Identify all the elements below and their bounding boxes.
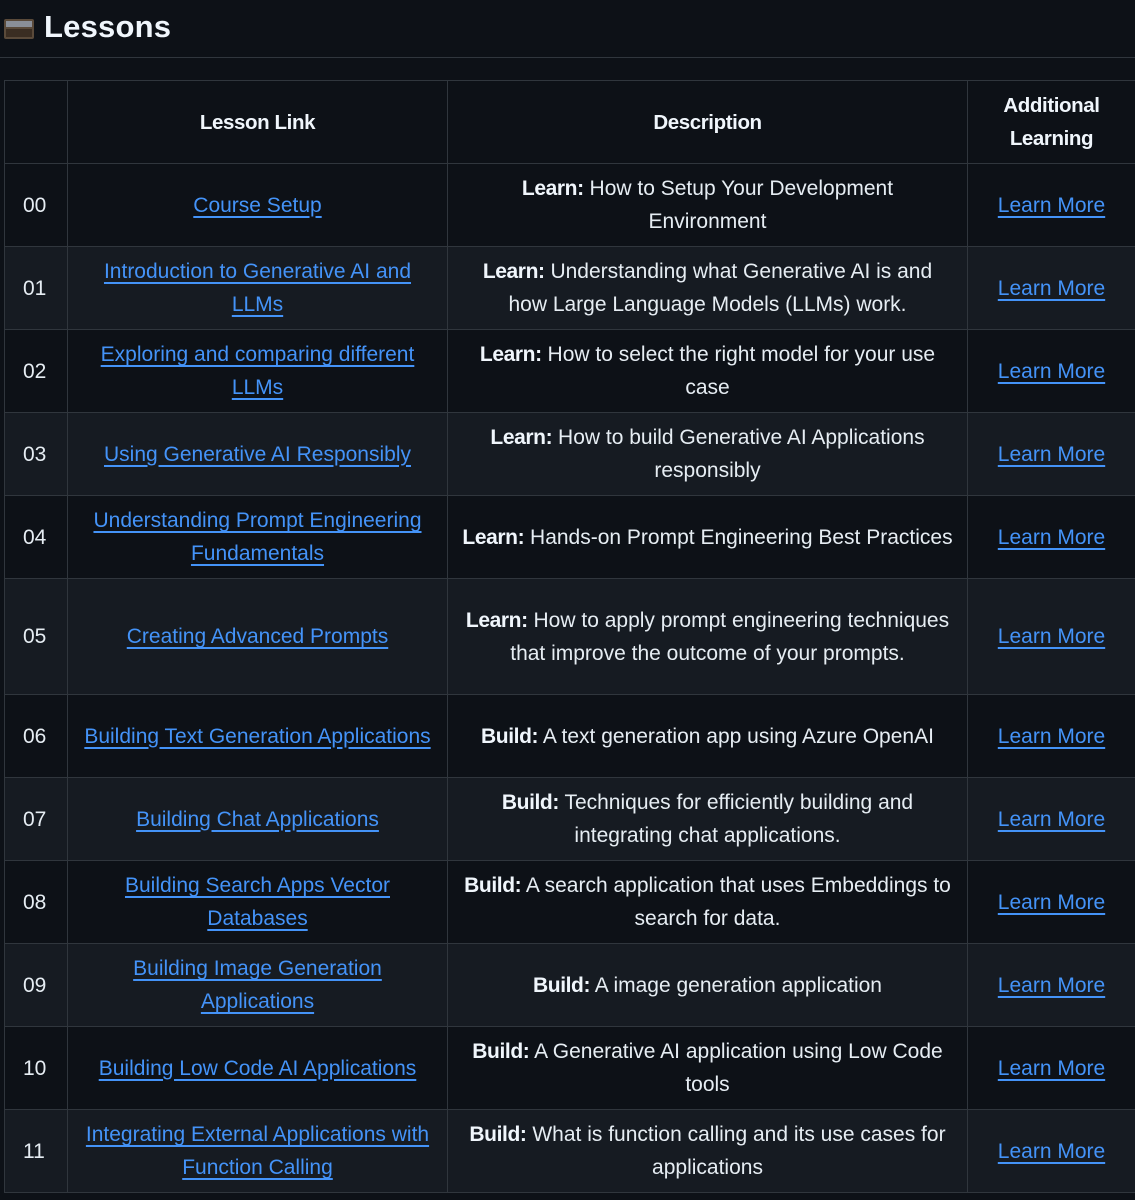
lesson-number: 00 [4, 163, 68, 247]
learn-more-link[interactable]: Learn More [998, 1057, 1105, 1080]
table-row: 03 Using Generative AI Responsibly Learn… [4, 412, 1135, 496]
learn-more-link[interactable]: Learn More [998, 360, 1105, 383]
lesson-link[interactable]: Building Chat Applications [136, 808, 379, 831]
learn-more-link[interactable]: Learn More [998, 725, 1105, 748]
description-label: Learn: [521, 177, 584, 200]
card-file-box-icon [4, 15, 34, 39]
description-label: Learn: [465, 608, 528, 632]
description-text: How to Setup Your Development Environmen… [589, 177, 894, 233]
lesson-number: 01 [4, 246, 68, 330]
description-text: A Generative AI application using Low Co… [534, 1040, 943, 1096]
description-text: Understanding what Generative AI is and … [508, 260, 933, 316]
lesson-link[interactable]: Building Text Generation Applications [84, 725, 430, 748]
heading-divider [0, 57, 1135, 58]
header-additional-learning: Additional Learning [967, 80, 1135, 164]
lesson-number: 08 [4, 860, 68, 944]
header-number [4, 80, 68, 164]
description-label: Learn: [490, 426, 553, 449]
table-row: 05 Creating Advanced Prompts Learn: How … [4, 578, 1135, 695]
learn-more-link[interactable]: Learn More [998, 277, 1105, 300]
table-row: 08 Building Search Apps Vector Databases… [4, 860, 1135, 944]
learn-more-link[interactable]: Learn More [998, 443, 1105, 466]
learn-more-link[interactable]: Learn More [998, 625, 1105, 648]
page-title: Lessons [44, 9, 172, 44]
description-label: Learn: [462, 525, 525, 549]
lesson-number: 07 [4, 777, 68, 861]
description-label: Build: [533, 973, 591, 997]
learn-more-link[interactable]: Learn More [998, 194, 1105, 217]
table-row: 02 Exploring and comparing different LLM… [4, 329, 1135, 413]
description-text: Hands-on Prompt Engineering Best Practic… [530, 525, 953, 549]
lesson-number: 11 [4, 1109, 68, 1193]
description-text: A text generation app using Azure OpenAI [542, 724, 934, 748]
table-header-row: Lesson Link Description Additional Learn… [4, 80, 1135, 164]
lesson-link[interactable]: Building Search Apps Vector Databases [125, 874, 390, 930]
lesson-link[interactable]: Understanding Prompt Engineering Fundame… [93, 509, 421, 565]
table-row: 01 Introduction to Generative AI and LLM… [4, 246, 1135, 330]
lesson-number: 06 [4, 694, 68, 778]
learn-more-link[interactable]: Learn More [998, 808, 1105, 831]
lesson-link[interactable]: Building Low Code AI Applications [99, 1057, 417, 1080]
header-lesson-link: Lesson Link [67, 80, 448, 164]
header-description: Description [447, 80, 968, 164]
section-heading: Lessons [4, 6, 171, 48]
table-row: 10 Building Low Code AI Applications Bui… [4, 1026, 1135, 1110]
learn-more-link[interactable]: Learn More [998, 1140, 1105, 1163]
lesson-number: 09 [4, 943, 68, 1027]
lesson-link[interactable]: Using Generative AI Responsibly [104, 443, 411, 466]
lesson-number: 10 [4, 1026, 68, 1110]
table-row: 07 Building Chat Applications Build: Tec… [4, 777, 1135, 861]
lesson-link[interactable]: Course Setup [193, 194, 321, 217]
description-text: A search application that uses Embedding… [525, 874, 951, 930]
description-label: Build: [464, 874, 522, 897]
learn-more-link[interactable]: Learn More [998, 891, 1105, 914]
lesson-number: 04 [4, 495, 68, 579]
description-text: How to build Generative AI Applications … [558, 426, 925, 482]
table-row: 11 Integrating External Applications wit… [4, 1109, 1135, 1193]
lesson-number: 05 [4, 578, 68, 695]
lesson-link[interactable]: Exploring and comparing different LLMs [101, 343, 415, 399]
lesson-link[interactable]: Introduction to Generative AI and LLMs [104, 260, 411, 316]
description-label: Build: [472, 1040, 530, 1063]
table-row: 00 Course Setup Learn: How to Setup Your… [4, 163, 1135, 247]
lesson-number: 03 [4, 412, 68, 496]
lesson-link[interactable]: Integrating External Applications with F… [86, 1123, 429, 1179]
description-text: How to select the right model for your u… [547, 343, 936, 399]
description-label: Learn: [482, 260, 545, 283]
description-text: Techniques for efficiently building and … [564, 791, 914, 847]
lessons-table: Lesson Link Description Additional Learn… [4, 80, 1135, 1193]
table-row: 06 Building Text Generation Applications… [4, 694, 1135, 778]
lesson-link[interactable]: Creating Advanced Prompts [127, 625, 388, 648]
lesson-number: 02 [4, 329, 68, 413]
description-label: Build: [481, 724, 539, 748]
description-text: How to apply prompt engineering techniqu… [510, 608, 950, 665]
lesson-link[interactable]: Building Image Generation Applications [133, 957, 382, 1013]
learn-more-link[interactable]: Learn More [998, 974, 1105, 997]
description-label: Learn: [479, 343, 542, 366]
description-label: Build: [469, 1123, 527, 1146]
description-text: What is function calling and its use cas… [532, 1123, 946, 1179]
table-row: 09 Building Image Generation Application… [4, 943, 1135, 1027]
description-text: A image generation application [594, 973, 882, 997]
description-label: Build: [501, 791, 559, 814]
table-row: 04 Understanding Prompt Engineering Fund… [4, 495, 1135, 579]
learn-more-link[interactable]: Learn More [998, 526, 1105, 549]
